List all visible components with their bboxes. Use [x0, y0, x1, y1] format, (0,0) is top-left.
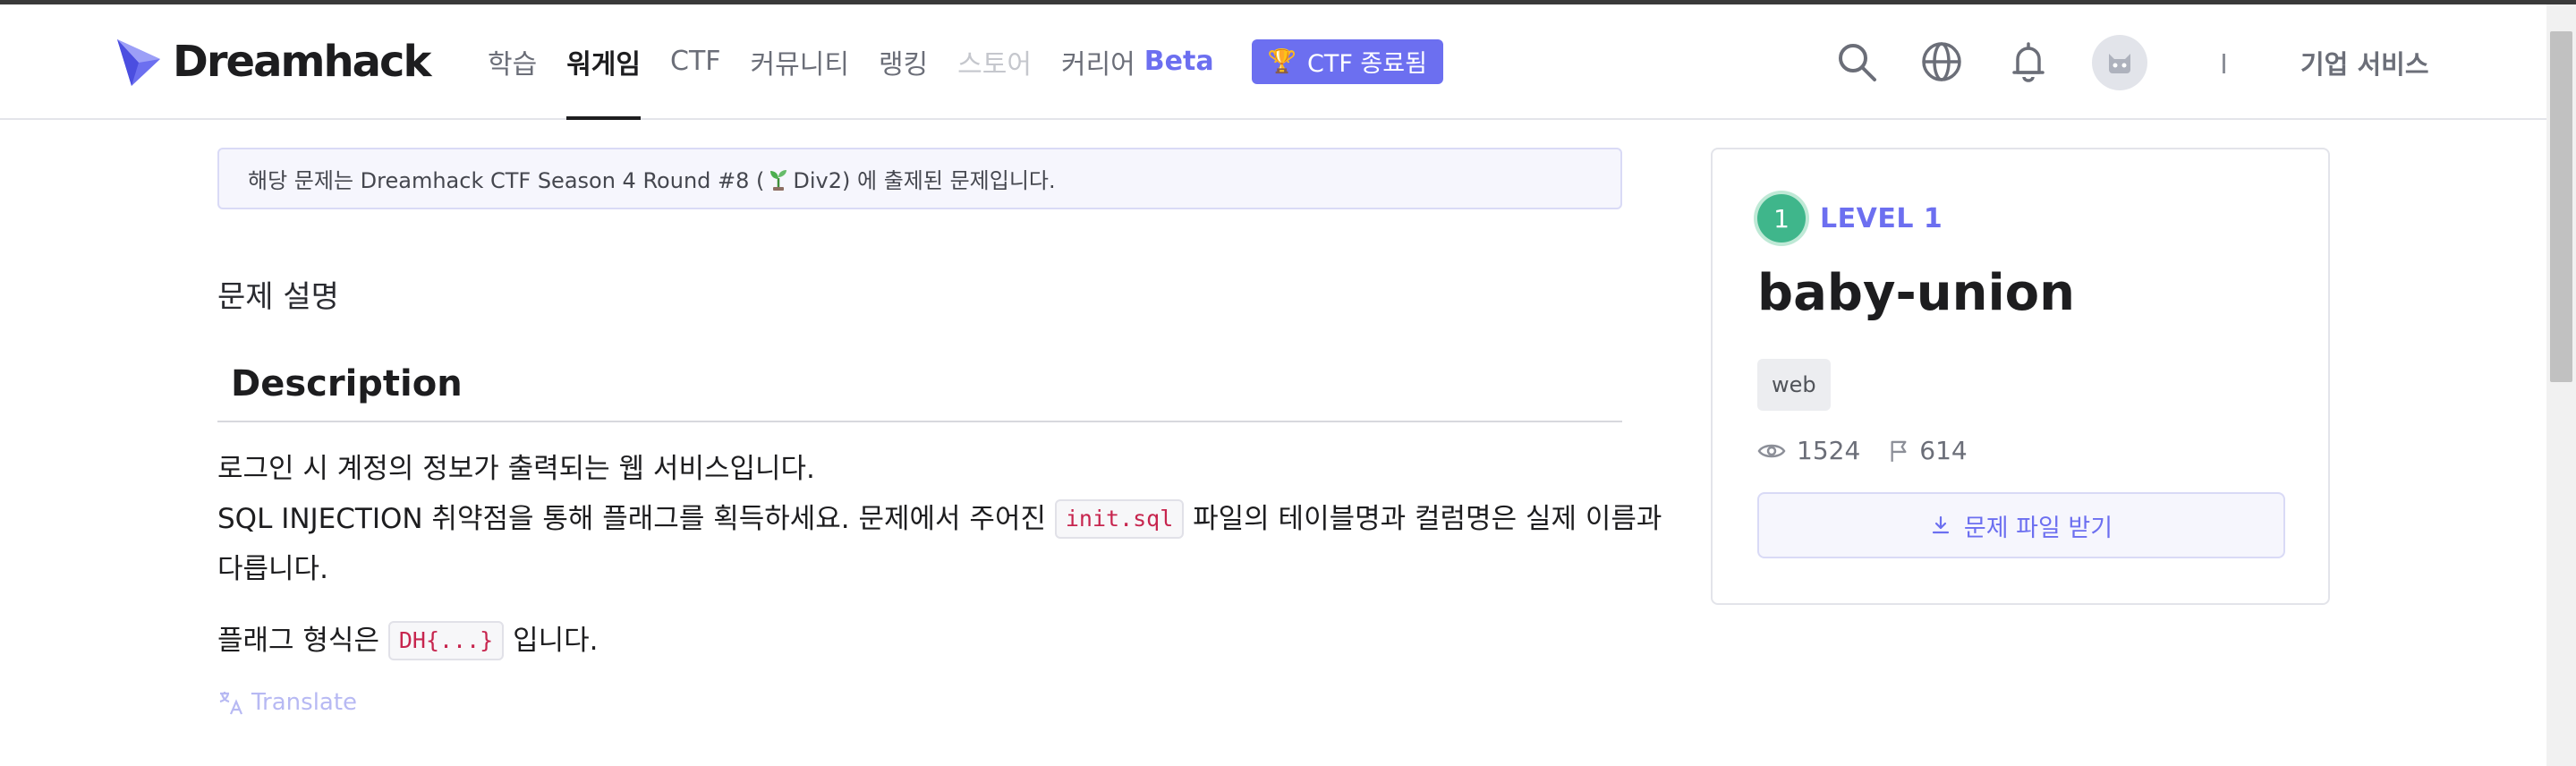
avatar[interactable]	[2092, 35, 2147, 90]
nav-item-career-label: 커리어	[1060, 48, 1135, 81]
nav-item-ctf[interactable]: CTF	[670, 4, 721, 118]
description-heading: Description	[231, 363, 463, 404]
level-indicator: 1 LEVEL 1	[1757, 194, 1943, 243]
globe-icon[interactable]	[1920, 40, 1963, 83]
flag-icon	[1891, 440, 1907, 462]
notice-text-before: 해당 문제는 Dreamhack CTF Season 4 Round #8 (	[248, 168, 765, 193]
description-line-1: 로그인 시 계정의 정보가 출력되는 웹 서비스입니다.	[217, 453, 815, 485]
nav-item-learn[interactable]: 학습	[488, 4, 537, 118]
search-icon[interactable]	[1835, 40, 1878, 83]
translate-button[interactable]: Translate	[217, 689, 357, 716]
flag-format-line: 플래그 형식은 DH{...} 입니다.	[217, 616, 598, 666]
flag-format-after: 입니다.	[513, 625, 599, 657]
corporate-service-link[interactable]: 기업 서비스	[2300, 44, 2429, 81]
scrollbar-thumb[interactable]	[2550, 31, 2572, 382]
user-avatar-icon	[2109, 54, 2130, 73]
level-label: LEVEL 1	[1820, 202, 1943, 234]
top-header: Dreamhack 학습 워게임 CTF 커뮤니티 랭킹 스토어 커리어 Bet…	[0, 4, 2546, 120]
challenge-title: baby-union	[1757, 264, 2075, 322]
solve-count: 614	[1919, 436, 1968, 465]
flag-format-before: 플래그 형식은	[217, 625, 379, 657]
download-files-button[interactable]: 문제 파일 받기	[1757, 492, 2285, 558]
main-nav: 학습 워게임 CTF 커뮤니티 랭킹 스토어 커리어 Beta 🏆 CTF 종료…	[488, 4, 1443, 120]
description-line-3: 다릅니다.	[217, 553, 328, 585]
sprout-icon	[770, 169, 787, 191]
nav-item-wargame[interactable]: 워게임	[566, 4, 641, 120]
description-line-2: SQL INJECTION 취약점을 통해 플래그를 획득하세요. 문제에서 주…	[217, 494, 1662, 544]
challenge-stats: 1524 614	[1757, 436, 1968, 465]
inline-code-flag-format: DH{...}	[387, 621, 505, 660]
eye-icon	[1757, 444, 1786, 457]
translate-icon	[219, 692, 243, 715]
description-heading-block: Description	[217, 356, 1622, 422]
nav-item-store[interactable]: 스토어	[957, 4, 1032, 118]
problem-description-title: 문제 설명	[217, 279, 339, 315]
logo[interactable]: Dreamhack	[112, 35, 431, 89]
line-2-text-before: SQL INJECTION 취약점을 통해 플래그를 획득하세요. 문제에서 주…	[217, 503, 1046, 535]
download-label: 문제 파일 받기	[1963, 514, 2113, 542]
ctf-ended-badge[interactable]: 🏆 CTF 종료됨	[1251, 38, 1443, 84]
logo-text: Dreamhack	[173, 37, 431, 87]
bell-icon[interactable]	[2007, 40, 2050, 83]
challenge-info-card: 1 LEVEL 1 baby-union web 1524 614 문제 파일 …	[1711, 148, 2330, 605]
level-badge: 1	[1757, 194, 1806, 243]
ctf-notice-banner: 해당 문제는 Dreamhack CTF Season 4 Round #8 (…	[217, 148, 1622, 209]
nav-item-community[interactable]: 커뮤니티	[751, 4, 849, 118]
header-divider	[2223, 54, 2225, 73]
dreamhack-logo-icon	[117, 39, 160, 86]
line-2-text-after: 파일의 테이블명과 컬럼명은 실제 이름과	[1193, 503, 1662, 535]
download-icon	[1932, 515, 1949, 534]
inline-code-init-sql: init.sql	[1054, 499, 1185, 539]
view-count: 1524	[1797, 436, 1861, 465]
ctf-ended-label: CTF 종료됨	[1306, 50, 1427, 78]
tag-web[interactable]: web	[1757, 359, 1831, 411]
nav-item-ranking[interactable]: 랭킹	[879, 4, 928, 118]
nav-item-career[interactable]: 커리어 Beta	[1061, 4, 1214, 118]
notice-text-after: Div2) 에 출제된 문제입니다.	[793, 168, 1056, 193]
translate-label: Translate	[251, 689, 358, 716]
beta-label: Beta	[1143, 46, 1214, 77]
trophy-icon: 🏆	[1267, 47, 1297, 75]
vertical-scrollbar[interactable]	[2546, 4, 2576, 766]
